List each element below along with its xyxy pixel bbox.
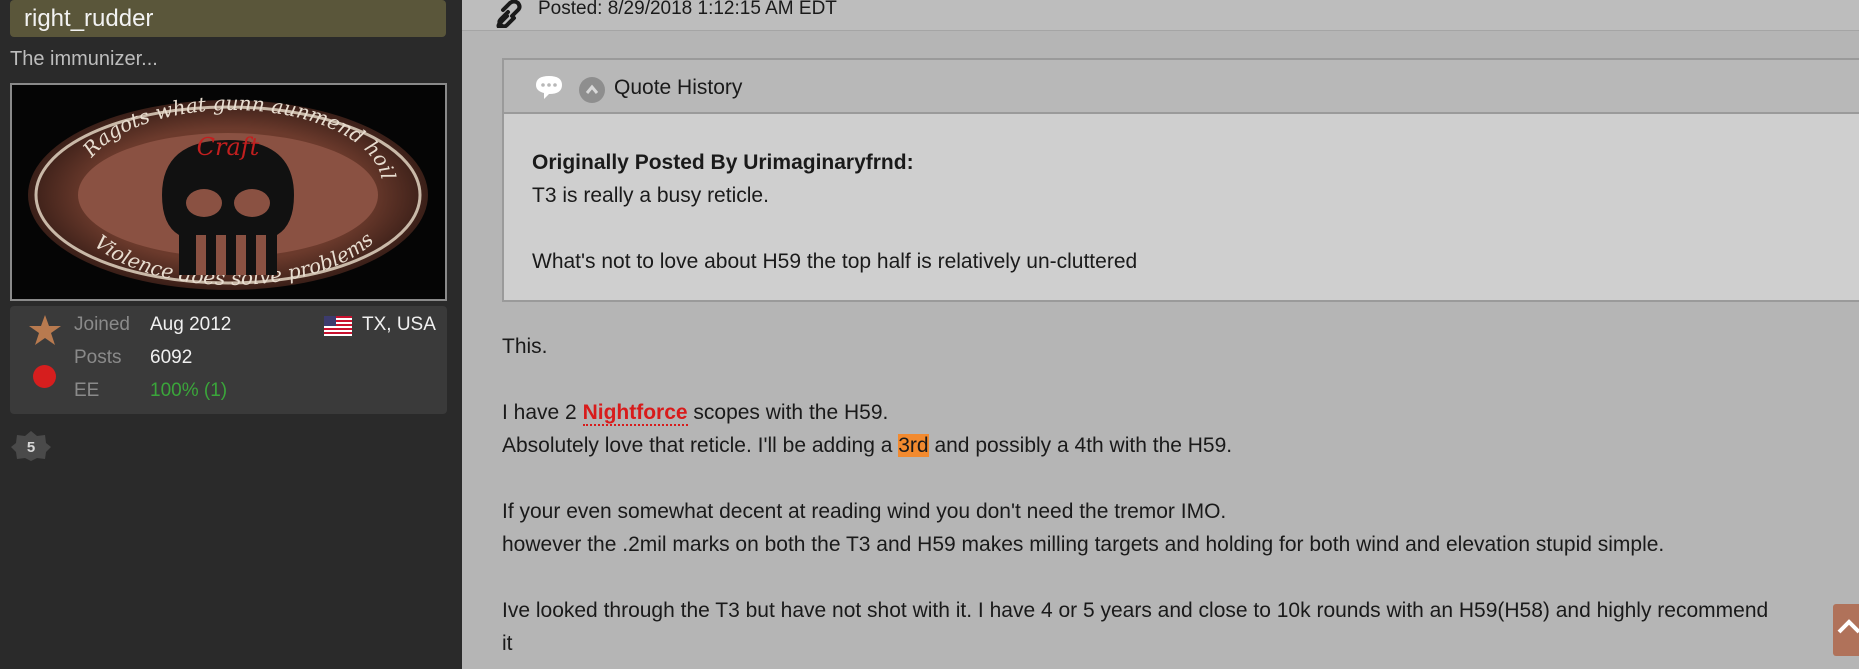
- body-line: This.: [502, 335, 548, 358]
- joined-label: Joined: [74, 314, 130, 335]
- quote-box: Quote History Originally Posted By Urima…: [502, 58, 1859, 302]
- body-text: Absolutely love that reticle. I'll be ad…: [502, 434, 899, 457]
- rank-star-icon: [29, 315, 61, 345]
- quote-line: T3 is really a busy reticle.: [532, 184, 769, 207]
- us-flag-icon: [324, 316, 352, 336]
- posts-label: Posts: [74, 347, 122, 368]
- avatar[interactable]: Ragots what gunn aunmend hoil pinc... Vi…: [10, 83, 447, 301]
- badge-icon[interactable]: 5: [10, 430, 52, 462]
- highlighted-text: 3rd: [898, 434, 929, 457]
- quote-history-label: Quote History: [614, 76, 743, 99]
- quote-attribution: Originally Posted By Urimaginaryfrnd:: [532, 151, 914, 174]
- body-text: scopes with the H59.: [687, 401, 889, 424]
- quote-history-header[interactable]: Quote History: [504, 60, 1859, 114]
- body-text: I have 2: [502, 401, 583, 424]
- nightforce-link[interactable]: Nightforce: [582, 401, 688, 426]
- username[interactable]: right_rudder: [10, 0, 446, 37]
- body-line: it: [502, 632, 513, 655]
- link-icon[interactable]: [494, 0, 526, 28]
- body-text: and possibly a 4th with the H59.: [928, 434, 1233, 457]
- body-line: If your even somewhat decent at reading …: [502, 500, 1227, 523]
- avatar-center-text: Craft: [197, 133, 260, 161]
- scroll-top-button[interactable]: [1833, 604, 1859, 656]
- quote-body: Originally Posted By Urimaginaryfrnd: T3…: [532, 146, 1137, 278]
- user-title: The immunizer...: [10, 48, 158, 70]
- status-dot-icon: [33, 365, 56, 388]
- posted-timestamp: Posted: 8/29/2018 1:12:15 AM EDT: [538, 0, 837, 19]
- post-body: This. I have 2 Nightforce scopes with th…: [502, 330, 1768, 660]
- user-sidebar: right_rudder The immunizer... Ragots wha…: [0, 0, 462, 669]
- quote-line: What's not to love about H59 the top hal…: [532, 250, 1138, 273]
- speech-bubble-icon: [536, 76, 562, 99]
- scroll-top-icon: [1837, 619, 1859, 634]
- body-line: however the .2mil marks on both the T3 a…: [502, 533, 1665, 556]
- location: TX, USA: [362, 314, 436, 335]
- joined-value: Aug 2012: [150, 314, 232, 335]
- body-line: Absolutely love that reticle. I'll be ad…: [502, 429, 1768, 462]
- post-header: Posted: 8/29/2018 1:12:15 AM EDT: [462, 0, 1859, 31]
- post-content-area: Posted: 8/29/2018 1:12:15 AM EDT Quote H…: [462, 0, 1859, 669]
- body-line: I have 2 Nightforce scopes with the H59.: [502, 396, 1768, 429]
- posts-value: 6092: [150, 347, 193, 368]
- collapse-chevron-icon[interactable]: [579, 77, 605, 103]
- body-line: Ive looked through the T3 but have not s…: [502, 599, 1769, 622]
- avatar-image: Ragots what gunn aunmend hoil pinc... Vi…: [12, 85, 445, 299]
- badge-number: 5: [27, 439, 35, 456]
- ee-value[interactable]: 100% (1): [150, 380, 227, 402]
- ee-label: EE: [74, 380, 100, 401]
- user-stats: Joined Aug 2012 Posts 6092 EE 100% (1) T…: [10, 306, 447, 414]
